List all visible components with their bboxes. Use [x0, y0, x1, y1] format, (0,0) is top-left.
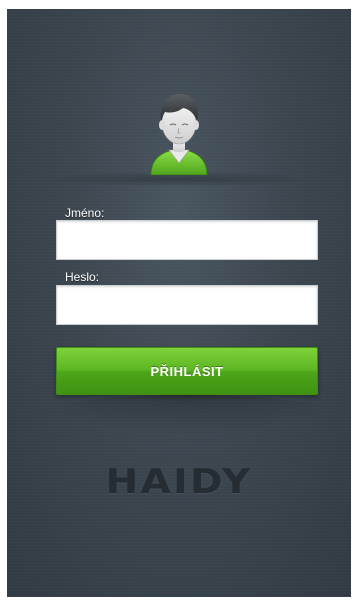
username-input[interactable]: [56, 220, 318, 260]
password-input[interactable]: [56, 285, 318, 325]
password-label: Heslo:: [65, 270, 100, 284]
login-screen: Jméno: Heslo: PŘIHLÁSIT HAIDY · · · · · …: [7, 9, 351, 597]
button-shadow: [37, 395, 337, 435]
username-label: Jméno:: [65, 206, 105, 220]
login-button[interactable]: PŘIHLÁSIT: [56, 347, 318, 395]
logo-wordmark: HAIDY: [105, 462, 253, 502]
user-avatar-icon: [150, 93, 208, 175]
brand-logo: HAIDY · · · · · · · · · · · · · · ·: [7, 464, 351, 507]
